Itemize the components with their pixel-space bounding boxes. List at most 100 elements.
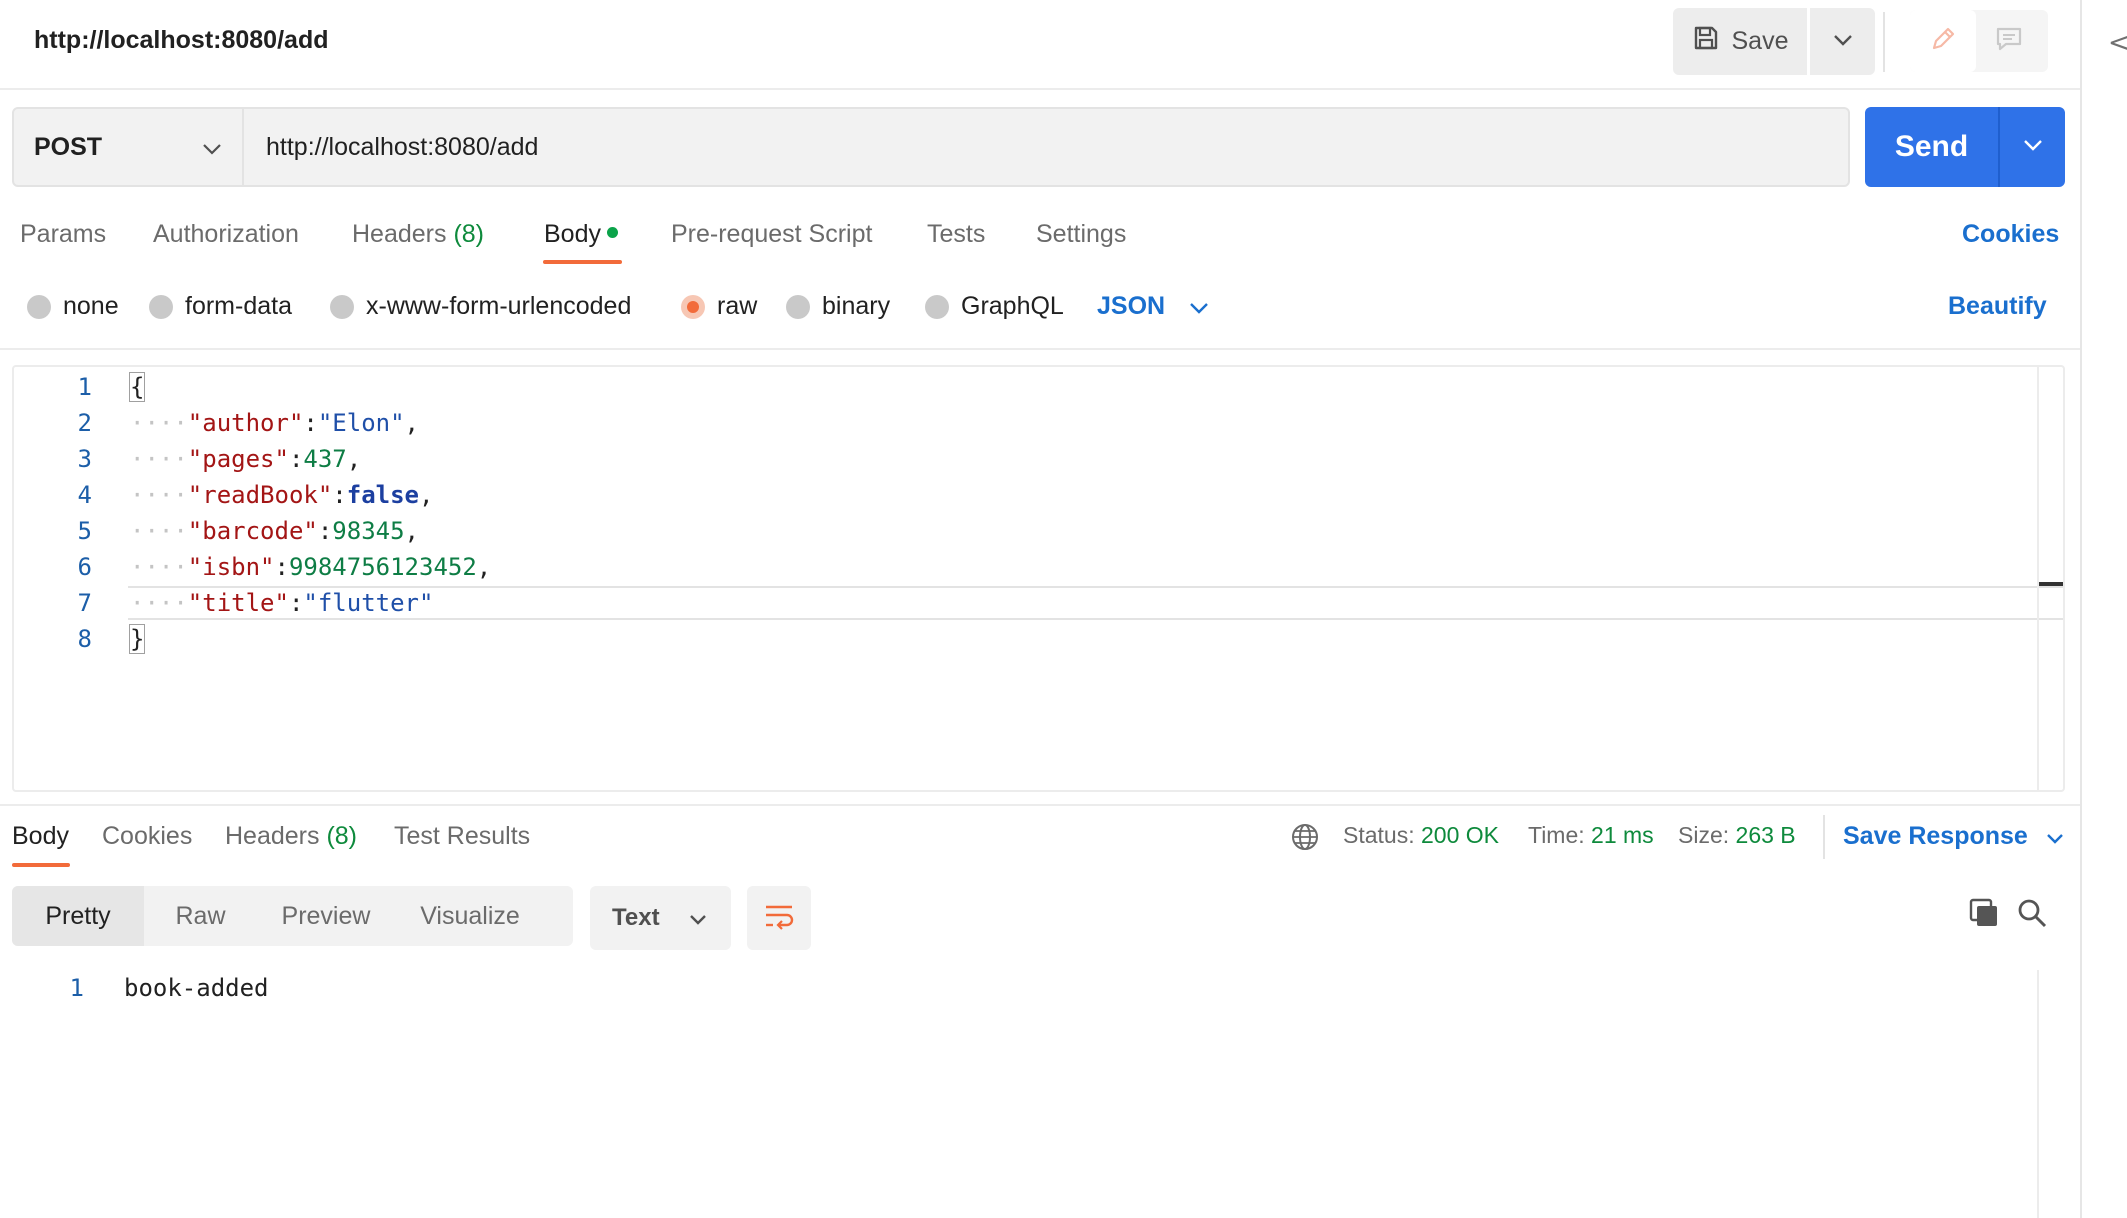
code-number: 9984756123452	[288, 553, 477, 581]
code-key: "barcode"	[187, 517, 318, 545]
code-punctuation: :	[303, 409, 318, 437]
code-key: "isbn"	[187, 553, 275, 581]
code-line: ····"isbn":9984756123452,	[130, 553, 491, 581]
view-visualize[interactable]: Visualize	[395, 886, 545, 946]
globe-icon[interactable]	[1290, 822, 1320, 857]
code-key: "readBook"	[187, 481, 333, 509]
status-readout: Status: 200 OK	[1343, 822, 1499, 849]
body-format-label: JSON	[1097, 292, 1166, 320]
response-text: book-added	[124, 974, 269, 1002]
code-punctuation: ,	[404, 517, 419, 545]
send-button[interactable]: Send	[1865, 107, 2000, 187]
response-tab-test-results[interactable]: Test Results	[394, 822, 530, 851]
code-key: "pages"	[187, 445, 289, 473]
code-number: 98345	[332, 517, 405, 545]
line-number: 4	[77, 481, 92, 509]
tab-label: Params	[20, 220, 107, 248]
radio-form-data[interactable]: form-data	[149, 292, 292, 321]
code-line: ····"barcode":98345,	[130, 517, 419, 545]
radio-raw[interactable]: raw	[681, 292, 757, 321]
radio-circle-selected	[681, 294, 705, 319]
code-punctuation: ,	[476, 553, 492, 581]
toolbar-divider	[1883, 12, 1885, 72]
code-punctuation: ,	[404, 409, 419, 437]
radio-label: GraphQL	[961, 292, 1064, 320]
send-options-dropdown[interactable]	[2000, 107, 2065, 187]
code-key: "author"	[187, 409, 304, 437]
tab-pre-request-script[interactable]: Pre-request Script	[671, 220, 872, 249]
size-value: 263 B	[1735, 822, 1796, 848]
save-response-label: Save Response	[1843, 822, 2028, 850]
tab-authorization[interactable]: Authorization	[153, 220, 299, 249]
request-tab-title[interactable]: http://localhost:8080/add	[34, 26, 328, 55]
send-button-group: Send	[1865, 107, 2065, 187]
radio-x-www-form-urlencoded[interactable]: x-www-form-urlencoded	[330, 292, 631, 321]
response-scrollbar[interactable]	[2037, 970, 2039, 1218]
tab-headers[interactable]: Headers (8)	[352, 220, 484, 249]
code-punctuation: :	[317, 517, 333, 545]
scrollbar-cursor-marker	[2039, 582, 2063, 586]
response-tab-body[interactable]: Body	[12, 822, 69, 851]
editor-scrollbar[interactable]	[2037, 367, 2039, 790]
response-tab-cookies[interactable]: Cookies	[102, 822, 192, 851]
headers-count: (8)	[326, 822, 358, 850]
radio-none[interactable]: none	[27, 292, 119, 321]
save-response-button[interactable]: Save Response	[1843, 822, 2064, 851]
code-line: ····"author":"Elon",	[130, 409, 419, 437]
code-key: "title"	[187, 589, 289, 617]
chevron-down-icon	[1833, 33, 1853, 51]
save-options-dropdown[interactable]	[1810, 8, 1875, 75]
floppy-disk-icon	[1692, 24, 1720, 59]
radio-label: none	[63, 292, 119, 320]
edit-button[interactable]	[1910, 10, 1976, 72]
response-tab-headers[interactable]: Headers (8)	[225, 822, 357, 851]
tab-settings[interactable]: Settings	[1036, 220, 1126, 249]
radio-circle	[786, 294, 810, 319]
code-line: ····"title":"flutter"	[130, 589, 433, 617]
cookies-link[interactable]: Cookies	[1962, 220, 2059, 249]
radio-circle	[330, 294, 354, 319]
search-icon[interactable]	[2016, 897, 2048, 934]
request-body-editor[interactable]: 1 2 3 4 5 6 7 8 { ····"author":"Elon", ·…	[12, 365, 2065, 792]
beautify-button[interactable]: Beautify	[1948, 292, 2047, 321]
code-snippet-icon[interactable]: </	[2108, 28, 2127, 58]
save-label: Save	[1731, 27, 1789, 55]
line-number: 6	[77, 553, 92, 581]
save-button[interactable]: Save	[1673, 8, 1807, 75]
code-boolean: false	[346, 481, 419, 509]
copy-icon[interactable]	[1968, 897, 2000, 934]
chevron-down-icon	[689, 904, 707, 932]
url-input[interactable]: http://localhost:8080/add	[244, 107, 1850, 187]
body-format-select[interactable]: JSON	[1097, 292, 1209, 321]
line-number: 3	[77, 445, 92, 473]
code-whitespace: ····	[130, 589, 188, 617]
code-whitespace: ····	[130, 409, 188, 437]
response-divider[interactable]	[0, 804, 2080, 806]
time-label: Time:	[1528, 822, 1585, 848]
radio-label: form-data	[185, 292, 292, 320]
radio-graphql[interactable]: GraphQL	[925, 292, 1064, 321]
time-value: 21 ms	[1591, 822, 1654, 848]
comments-button[interactable]	[1976, 10, 2042, 72]
code-punctuation: {	[128, 372, 146, 402]
wrap-lines-icon	[763, 902, 795, 935]
chevron-down-icon	[2046, 822, 2064, 851]
view-raw[interactable]: Raw	[144, 886, 257, 946]
method-select[interactable]: POST	[12, 107, 244, 187]
line-number: 7	[77, 589, 92, 617]
code-punctuation: :	[274, 553, 289, 581]
tab-label: Tests	[927, 220, 986, 248]
radio-circle	[149, 294, 173, 319]
view-mode-group	[1910, 10, 2048, 72]
view-preview[interactable]: Preview	[257, 886, 395, 946]
view-pretty[interactable]: Pretty	[12, 886, 144, 946]
response-view-switcher: Pretty Raw Preview Visualize	[12, 886, 573, 946]
tab-tests[interactable]: Tests	[927, 220, 985, 249]
wrap-lines-button[interactable]	[747, 886, 811, 950]
code-punctuation: :	[332, 481, 347, 509]
response-format-select[interactable]: Text	[590, 886, 731, 950]
tab-params[interactable]: Params	[20, 220, 106, 249]
radio-binary[interactable]: binary	[786, 292, 890, 321]
tab-body[interactable]: Body	[544, 220, 618, 249]
code-punctuation: :	[288, 589, 304, 617]
